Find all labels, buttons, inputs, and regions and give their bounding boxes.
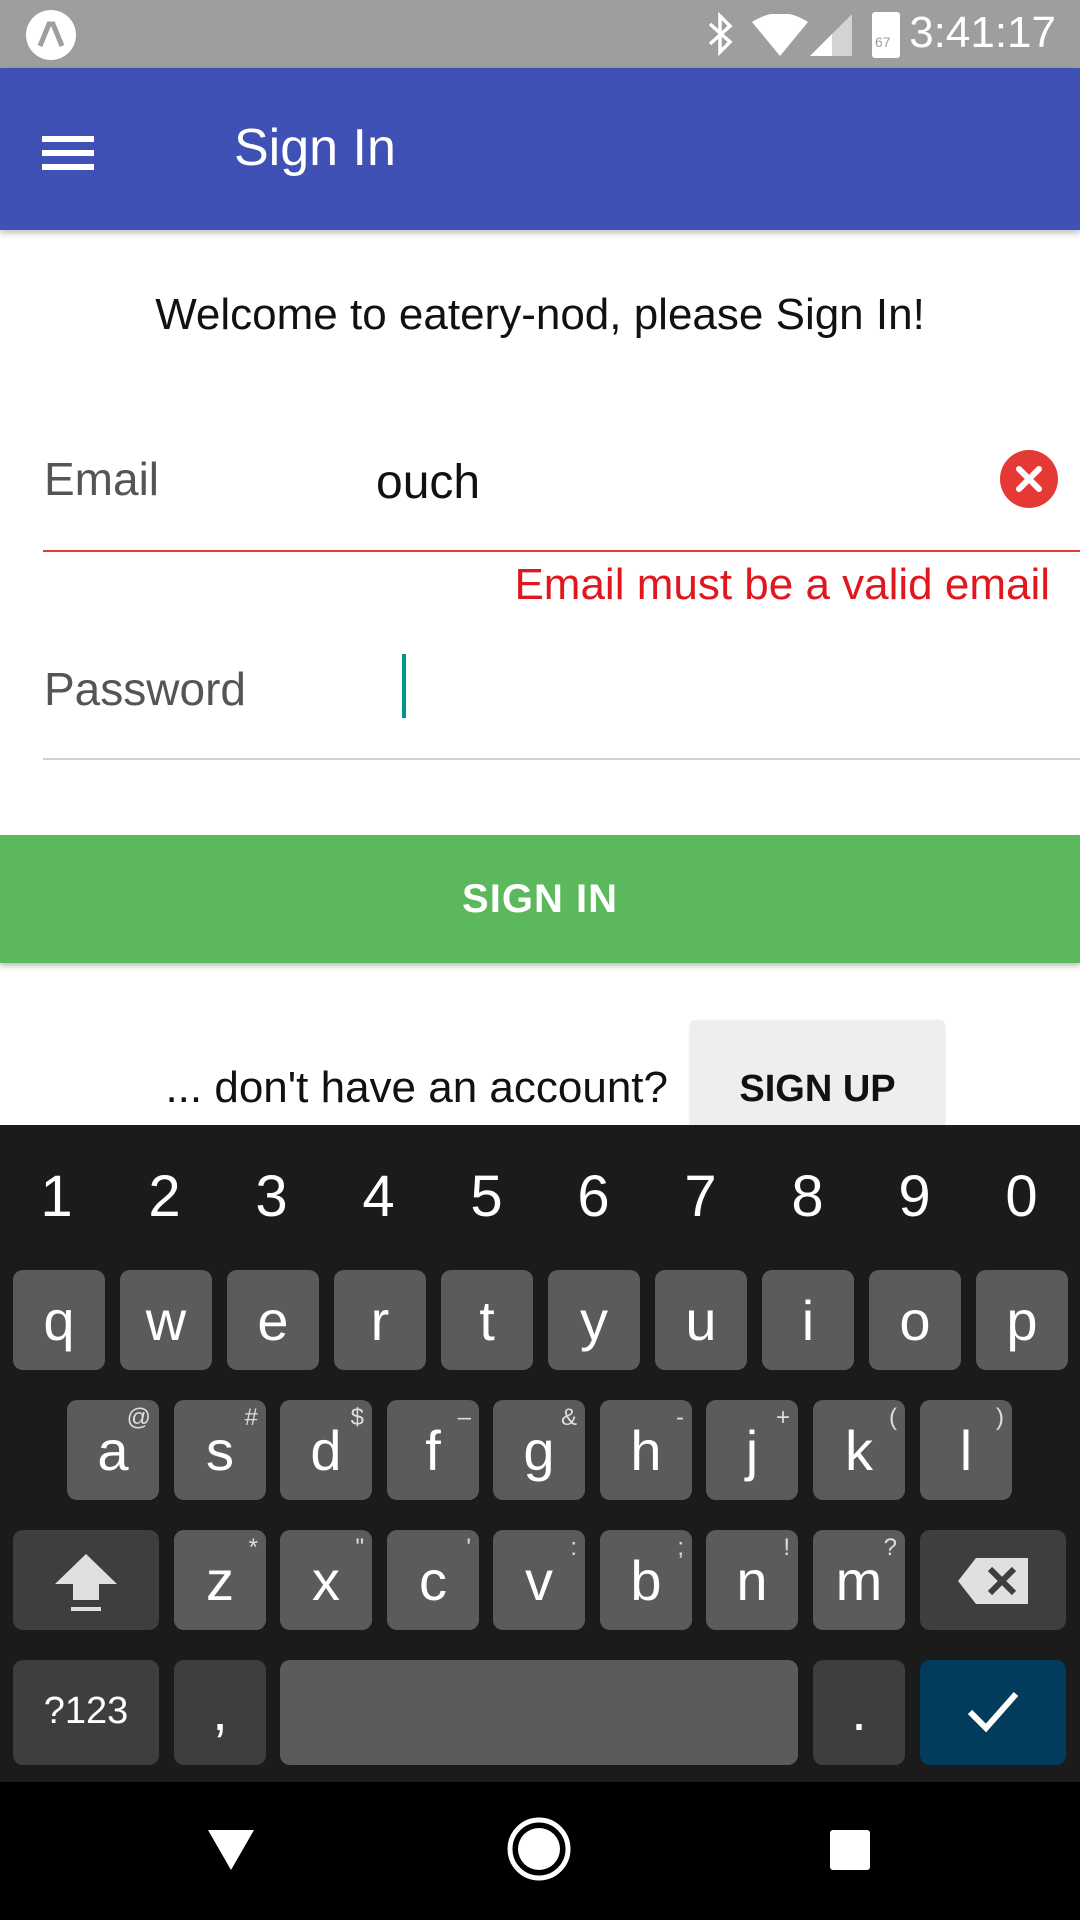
- checkmark-icon: [967, 1692, 1019, 1733]
- key-1[interactable]: 1: [3, 1163, 110, 1230]
- key-a[interactable]: a @: [67, 1400, 159, 1500]
- password-field[interactable]: [376, 640, 1056, 730]
- backspace-icon: [958, 1558, 1028, 1604]
- key-v[interactable]: v:: [493, 1530, 585, 1630]
- key-b[interactable]: b;: [600, 1530, 692, 1630]
- back-icon[interactable]: [206, 1828, 256, 1872]
- battery-icon: 67: [872, 12, 900, 58]
- status-bar: 67 3:41:17: [0, 0, 1080, 68]
- app-bar: Sign In: [0, 68, 1080, 230]
- home-icon[interactable]: [506, 1816, 572, 1882]
- hamburger-menu-icon[interactable]: [30, 116, 110, 186]
- key-7[interactable]: 7: [647, 1163, 754, 1230]
- navigation-bar: [0, 1782, 1080, 1920]
- clear-error-icon[interactable]: [1000, 450, 1058, 508]
- key-9[interactable]: 9: [861, 1163, 968, 1230]
- email-label: Email: [44, 453, 160, 505]
- signal-icon: [810, 14, 852, 56]
- symbols-key[interactable]: ?123: [13, 1660, 159, 1765]
- email-underline: [43, 550, 1080, 552]
- bluetooth-icon: [708, 12, 733, 56]
- email-error-text: Email must be a valid email: [514, 560, 1050, 609]
- key-k[interactable]: k(: [813, 1400, 905, 1500]
- shift-icon: [55, 1554, 117, 1611]
- key-d[interactable]: d $: [280, 1400, 372, 1500]
- key-8[interactable]: 8: [754, 1163, 861, 1230]
- key-h[interactable]: h-: [600, 1400, 692, 1500]
- lambda-icon: [26, 10, 76, 60]
- password-underline: [43, 758, 1080, 760]
- battery-level: 67: [875, 34, 891, 50]
- recents-icon[interactable]: [828, 1828, 872, 1872]
- key-p[interactable]: p: [976, 1270, 1068, 1370]
- sign-in-label: SIGN IN: [462, 877, 618, 921]
- key-0[interactable]: 0: [968, 1163, 1075, 1230]
- key-r[interactable]: r: [334, 1270, 426, 1370]
- key-o[interactable]: o: [869, 1270, 961, 1370]
- key-w[interactable]: w: [120, 1270, 212, 1370]
- key-f[interactable]: f –: [387, 1400, 479, 1500]
- key-2[interactable]: 2: [111, 1163, 218, 1230]
- key-q[interactable]: q: [13, 1270, 105, 1370]
- key-c[interactable]: c ': [387, 1530, 479, 1630]
- key-i[interactable]: i: [762, 1270, 854, 1370]
- key-z[interactable]: z *: [174, 1530, 266, 1630]
- key-u[interactable]: u: [655, 1270, 747, 1370]
- text-cursor: [402, 654, 406, 718]
- key-5[interactable]: 5: [433, 1163, 540, 1230]
- key-n[interactable]: n!: [706, 1530, 798, 1630]
- key-4[interactable]: 4: [325, 1163, 432, 1230]
- key-l[interactable]: l): [920, 1400, 1012, 1500]
- key-s[interactable]: s #: [174, 1400, 266, 1500]
- welcome-text: Welcome to eatery-nod, please Sign In!: [155, 290, 925, 339]
- status-time: 3:41:17: [909, 8, 1056, 57]
- password-label: Password: [44, 663, 246, 715]
- key-3[interactable]: 3: [218, 1163, 325, 1230]
- sign-in-button[interactable]: SIGN IN: [0, 835, 1080, 963]
- soft-keyboard: 1 2 3 4 5 6 7 8 9 0 q w e r t y u i o p …: [0, 1125, 1080, 1782]
- key-g[interactable]: g &: [493, 1400, 585, 1500]
- wifi-icon: [752, 14, 808, 56]
- page-title: Sign In: [234, 119, 396, 177]
- period-key[interactable]: .: [813, 1660, 905, 1765]
- space-key[interactable]: [280, 1660, 798, 1765]
- key-y[interactable]: y: [548, 1270, 640, 1370]
- key-m[interactable]: m?: [813, 1530, 905, 1630]
- no-account-text: ... don't have an account?: [165, 1063, 668, 1112]
- key-j[interactable]: j +: [706, 1400, 798, 1500]
- sign-up-label: SIGN UP: [739, 1068, 896, 1110]
- backspace-key[interactable]: [920, 1530, 1066, 1630]
- key-t[interactable]: t: [441, 1270, 533, 1370]
- key-6[interactable]: 6: [540, 1163, 647, 1230]
- key-e[interactable]: e: [227, 1270, 319, 1370]
- key-x[interactable]: x ": [280, 1530, 372, 1630]
- shift-key[interactable]: [13, 1530, 159, 1630]
- comma-key[interactable]: ,: [174, 1660, 266, 1765]
- enter-key[interactable]: [920, 1660, 1066, 1765]
- sign-up-button[interactable]: SIGN UP: [691, 1020, 944, 1140]
- email-field[interactable]: ouch: [376, 455, 480, 510]
